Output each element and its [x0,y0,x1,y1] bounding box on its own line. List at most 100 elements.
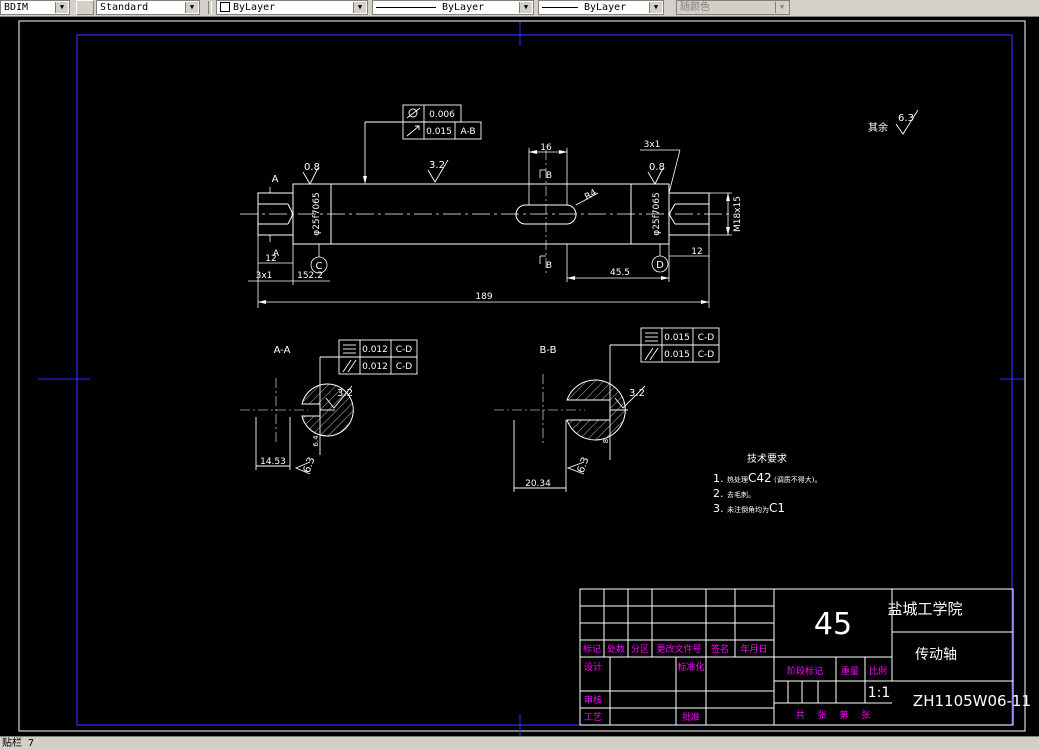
roughness-6-3-aa: 6.3 [302,456,318,475]
section-b-b-centerlines [494,374,585,446]
dimstyle-dropdown[interactable]: BDIM ▼ [0,0,70,15]
dimstyle-value: BDIM [4,2,29,13]
chevron-down-icon[interactable]: ▼ [649,2,662,13]
section-a-a-centerlines [240,378,308,442]
roughness-3-2-aa: 3.2 [337,388,353,399]
title-material: 45 [814,607,852,642]
section-label-a-bottom: A [273,249,280,259]
label-sheets: 共 张 第 张 [796,709,871,721]
linetype-sample [376,6,436,8]
dim-bb-depth: 8 [602,439,610,443]
dim-189: 189 [475,292,492,302]
roughness-3-2-bb: 3.2 [629,388,645,399]
drawing-canvas[interactable]: 16 3x1 3x1 12 12 152.2 45.5 189 φ25f7065… [0,17,1039,736]
tech-note-2: 2. 去毛刺。 [713,487,755,500]
roughness-other-label: 其余 [868,121,888,134]
layer-value: ByLayer [233,2,276,13]
color-value: 随颜色 [680,2,710,13]
label-approve: 批准 [682,711,700,723]
chevron-down-icon[interactable]: ▼ [55,2,68,13]
gdt-top-row2-value: 0.015 [426,127,452,137]
dim-aa-depth: 6.4 [312,435,320,447]
tech-note-1-number: 1. [713,472,724,485]
header-signature: 签名 [711,643,729,655]
gdt-aa-row2-value: 0.012 [362,362,388,372]
gdt-top-row1-value: 0.006 [429,110,455,120]
tech-note-3-number: 3. [713,502,724,515]
gdt-top-row2-datum: A-B [460,127,475,137]
title-school: 盐城工学院 [887,600,962,618]
dim-20-34: 20.34 [525,479,551,489]
dim-14-53: 14.53 [260,457,286,467]
tech-note-2-text: 去毛刺。 [727,490,755,499]
chevron-down-icon[interactable]: ▼ [353,2,366,13]
label-design: 设计 [584,661,602,673]
header-mark: 标记 [583,643,601,655]
header-zone: 分区 [631,644,649,655]
tech-notes-title: 技术要求 [747,452,787,465]
chevron-down-icon[interactable]: ▼ [519,2,532,13]
tech-note-2-number: 2. [713,487,724,500]
dim-3x1-left: 3x1 [256,271,273,281]
text-style-button[interactable] [76,0,94,15]
tech-note-1-text: 热处理 [727,475,748,484]
section-label-a-top: A [272,174,279,185]
gdt-bb-row1-value: 0.015 [664,333,690,343]
lineweight-value: ByLayer [584,2,627,13]
gdt-aa-row1-datum: C-D [396,345,413,355]
dim-45-5: 45.5 [610,268,630,278]
roughness-other-value: 6.3 [898,113,914,124]
linetype-value: ByLayer [442,2,485,13]
label-review: 审核 [584,694,602,706]
dim-152-2: 152.2 [297,271,323,281]
chevron-down-icon[interactable]: ▼ [775,2,788,13]
layer-dropdown[interactable]: ByLayer ▼ [216,0,368,15]
tech-note-3-text: 未注倒角均为 [727,505,769,514]
section-title-a-a: A-A [274,345,291,356]
roughness-3-2-main: 3.2 [429,160,445,171]
layer-color-swatch [220,2,230,12]
dim-diameter-right: φ25f7065 [652,192,662,235]
dim-3x1-right: 3x1 [644,140,661,150]
section-label-b-top: B [546,171,552,181]
roughness-0-8-left: 0.8 [304,162,320,173]
header-date: 年月日 [740,643,767,655]
lineweight-sample [542,6,578,8]
label-standardize: 标准化 [677,661,704,673]
gdt-frame-top [364,104,482,178]
tech-note-1-hardness: C42 [748,471,772,485]
gdt-bb-row2-value: 0.015 [664,350,690,360]
label-weight: 重量 [841,665,859,677]
label-process: 工艺 [584,712,602,723]
title-scale: 1:1 [868,685,891,701]
datum-c: C [316,261,323,272]
gdt-aa-row1-value: 0.012 [362,345,388,355]
tech-note-3: 3. 未注倒角均为 C1 [713,501,785,515]
tech-note-1-tail: (调质不得大)。 [774,475,821,484]
lineweight-dropdown[interactable]: ByLayer ▼ [538,0,664,15]
label-ratio: 比例 [869,665,887,677]
chevron-down-icon[interactable]: ▼ [185,2,198,13]
roughness-symbols-main [302,159,664,185]
roughness-6-3-bb: 6.3 [576,456,592,475]
status-text: 贴栏 7 [2,738,35,749]
label-stage-mark: 阶段标记 [787,665,823,677]
textstyle-dropdown[interactable]: Standard ▼ [96,0,200,15]
title-drawing-number: ZH1105W06-11 [913,692,1031,710]
header-count: 处数 [607,643,625,655]
section-label-b-bottom: B [546,261,552,271]
textstyle-value: Standard [100,2,149,13]
tech-note-1: 1. 热处理 C42 (调质不得大)。 [713,471,821,485]
toolbar-separator [208,1,212,14]
gdt-bb-row2-datum: C-D [698,350,715,360]
tech-note-3-chamfer: C1 [769,501,785,515]
color-dropdown[interactable]: 随颜色 ▼ [676,0,790,15]
dim-16: 16 [540,143,552,153]
section-title-b-b: B-B [540,345,557,356]
header-change-doc: 更改文件号 [656,643,701,655]
roughness-0-8-right: 0.8 [649,162,665,173]
sheet-inner-border [76,34,1013,726]
properties-toolbar: BDIM ▼ Standard ▼ ByLayer ▼ ByLayer ▼ ByLaye… [0,0,1039,17]
datum-d: D [656,260,664,271]
linetype-dropdown[interactable]: ByLayer ▼ [372,0,534,15]
